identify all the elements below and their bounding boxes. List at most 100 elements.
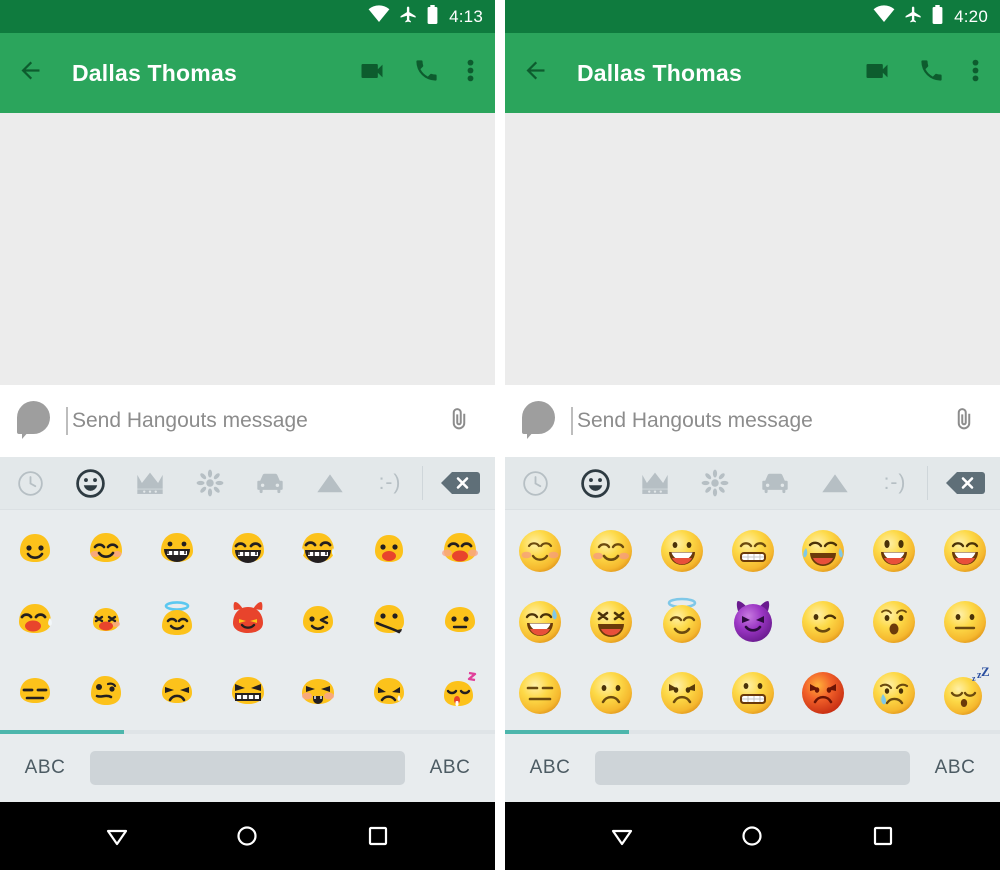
people-emoji-tab[interactable] <box>625 457 685 509</box>
emoji-grin[interactable] <box>929 515 1000 586</box>
home-circle-icon[interactable] <box>217 802 277 870</box>
emoji-angry[interactable] <box>141 657 212 728</box>
smileys-emoji-tab[interactable] <box>60 457 120 509</box>
emoji-confused[interactable] <box>71 657 142 728</box>
emoji-wink[interactable] <box>283 586 354 657</box>
emoji-pouting[interactable] <box>283 657 354 728</box>
home-circle-icon[interactable] <box>722 802 782 870</box>
emoji-sweat-smile[interactable] <box>0 586 71 657</box>
emoji-devil-red[interactable] <box>212 586 283 657</box>
emoji-laughing-blush[interactable] <box>424 515 495 586</box>
emoticons-tab[interactable]: :-) <box>865 457 925 509</box>
emoji-smile[interactable] <box>646 515 717 586</box>
recent-emoji-tab[interactable] <box>505 457 565 509</box>
abc-key-right[interactable]: ABC <box>419 757 481 779</box>
emoji-grimace-angry[interactable] <box>212 657 283 728</box>
emoji-row <box>505 586 1000 657</box>
battery-icon <box>932 4 943 29</box>
status-time: 4:20 <box>954 7 988 26</box>
emoji-open-mouth-smile[interactable] <box>859 515 930 586</box>
objects-emoji-tab[interactable] <box>300 457 360 509</box>
keyboard-bottom-row: ABC ABC <box>0 734 495 802</box>
emoji-crying[interactable] <box>859 657 930 728</box>
emoji-joy[interactable] <box>283 515 354 586</box>
space-key[interactable] <box>90 751 405 785</box>
recents-square-icon[interactable] <box>853 802 913 870</box>
emoji-grimace[interactable] <box>717 657 788 728</box>
compose-bar: Send Hangouts message <box>505 385 1000 457</box>
page-title: Dallas Thomas <box>72 59 237 86</box>
backspace-icon[interactable] <box>425 468 495 498</box>
emoji-slightly-smiling[interactable] <box>0 515 71 586</box>
emoticons-tab[interactable]: :-) <box>360 457 420 509</box>
nature-emoji-tab[interactable] <box>180 457 240 509</box>
emoji-neutral[interactable] <box>929 586 1000 657</box>
emoji-squint-laugh[interactable] <box>71 586 142 657</box>
airplane-mode-icon <box>904 5 923 29</box>
phone-call-icon[interactable] <box>918 57 945 89</box>
overflow-menu-icon[interactable] <box>972 57 979 89</box>
emoji-page-indicator[interactable] <box>505 730 1000 734</box>
dual-screenshot-comparison: 4:13 Dallas Thomas Send Hangouts message… <box>0 0 1000 879</box>
travel-emoji-tab[interactable] <box>240 457 300 509</box>
back-arrow-icon[interactable] <box>522 57 549 89</box>
keyboard-hide-icon[interactable] <box>592 802 652 870</box>
emoji-halo[interactable] <box>646 586 717 657</box>
message-input[interactable]: Send Hangouts message <box>571 407 950 435</box>
paperclip-icon[interactable] <box>950 405 978 438</box>
emoji-angry[interactable] <box>646 657 717 728</box>
emoji-open-mouth-smile[interactable] <box>354 515 425 586</box>
emoji-blush[interactable] <box>71 515 142 586</box>
emoji-joy[interactable] <box>788 515 859 586</box>
emoji-halo[interactable] <box>141 586 212 657</box>
overflow-menu-icon[interactable] <box>467 57 474 89</box>
smileys-emoji-tab[interactable] <box>565 457 625 509</box>
emoji-wink[interactable] <box>788 586 859 657</box>
nature-emoji-tab[interactable] <box>685 457 745 509</box>
emoji-expressionless[interactable] <box>0 657 71 728</box>
emoji-relaxed[interactable] <box>505 515 576 586</box>
video-call-icon[interactable] <box>863 57 891 90</box>
emoji-sweat-smile[interactable] <box>505 586 576 657</box>
emoji-crying[interactable] <box>354 657 425 728</box>
svg-text:Z: Z <box>981 667 990 679</box>
video-call-icon[interactable] <box>358 57 386 90</box>
back-arrow-icon[interactable] <box>17 57 44 89</box>
recents-square-icon[interactable] <box>348 802 408 870</box>
abc-key-left[interactable]: ABC <box>14 757 76 779</box>
conversation-area <box>505 113 1000 385</box>
conversation-area <box>0 113 495 385</box>
text-caret <box>571 407 573 435</box>
objects-emoji-tab[interactable] <box>805 457 865 509</box>
emoji-zipper-mouth[interactable] <box>354 586 425 657</box>
emoji-keyboard: :-) <box>0 457 495 802</box>
emoji-grin-teeth[interactable] <box>717 515 788 586</box>
emoji-grin-eyes-closed[interactable] <box>212 515 283 586</box>
abc-key-right[interactable]: ABC <box>924 757 986 779</box>
emoji-sleeping[interactable]: zZz <box>929 657 1000 728</box>
emoji-page-indicator[interactable] <box>0 730 495 734</box>
keyboard-hide-icon[interactable] <box>87 802 147 870</box>
backspace-icon[interactable] <box>930 468 1000 498</box>
emoji-squint-laugh[interactable] <box>576 586 647 657</box>
space-key[interactable] <box>595 751 910 785</box>
emoji-expressionless[interactable] <box>505 657 576 728</box>
emoji-slight-frown[interactable] <box>576 657 647 728</box>
emoji-grin[interactable] <box>141 515 212 586</box>
emoji-rage-red[interactable] <box>788 657 859 728</box>
travel-emoji-tab[interactable] <box>745 457 805 509</box>
wifi-icon <box>368 5 390 28</box>
emoji-neutral[interactable] <box>424 586 495 657</box>
message-input[interactable]: Send Hangouts message <box>66 407 445 435</box>
abc-key-left[interactable]: ABC <box>519 757 581 779</box>
phone-call-icon[interactable] <box>413 57 440 89</box>
recent-emoji-tab[interactable] <box>0 457 60 509</box>
people-emoji-tab[interactable] <box>120 457 180 509</box>
emoji-devil-purple[interactable] <box>717 586 788 657</box>
emoji-blush[interactable] <box>576 515 647 586</box>
emoji-sleeping[interactable] <box>424 657 495 728</box>
emoji-row <box>505 515 1000 586</box>
paperclip-icon[interactable] <box>445 405 473 438</box>
emoji-surprised[interactable] <box>859 586 930 657</box>
avatar-bubble-icon <box>17 399 57 443</box>
